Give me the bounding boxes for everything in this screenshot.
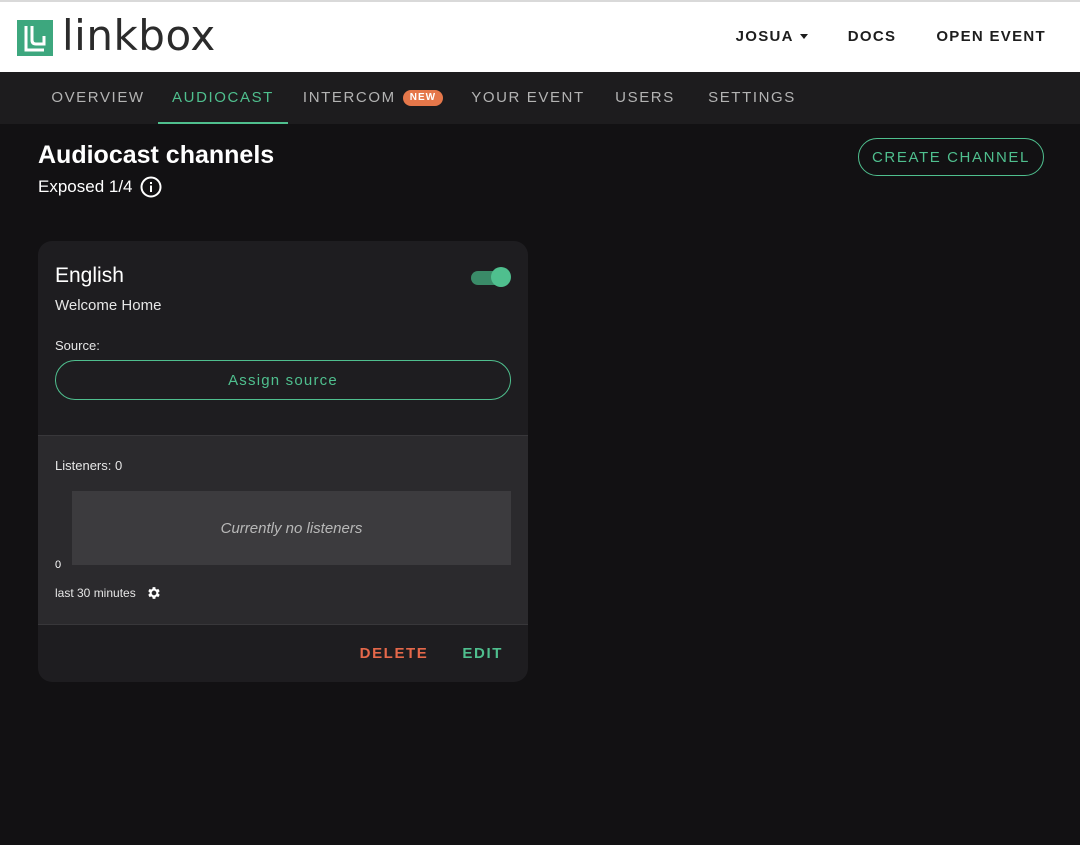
delete-button[interactable]: DELETE (360, 645, 429, 662)
exposed-label: Exposed 1/4 (38, 177, 133, 196)
tab-label: SETTINGS (708, 89, 796, 106)
docs-link[interactable]: DOCS (848, 28, 897, 45)
linkbox-logo-icon (17, 20, 53, 56)
edit-button[interactable]: EDIT (462, 645, 503, 662)
info-icon[interactable] (140, 176, 162, 198)
tab-intercom[interactable]: INTERCOM NEW (288, 72, 458, 124)
chart-axis-zero: 0 (55, 559, 62, 571)
open-event-link[interactable]: OPEN EVENT (936, 28, 1046, 45)
card-actions: DELETE EDIT (326, 645, 503, 662)
tab-label: INTERCOM (302, 89, 396, 106)
create-channel-button[interactable]: CREATE CHANNEL (858, 138, 1044, 176)
logo-text: linkbox (62, 11, 216, 60)
user-menu-label: JOSUA (735, 28, 794, 45)
tab-users[interactable]: USERS (598, 72, 692, 124)
empty-state-text: Currently no listeners (220, 519, 363, 537)
header-nav: JOSUA DOCS OPEN EVENT (696, 28, 1046, 45)
tab-settings[interactable]: SETTINGS (692, 72, 812, 124)
listeners-section: Listeners: 0 Currently no listeners 0 la… (38, 435, 528, 625)
tab-bar: OVERVIEW AUDIOCAST INTERCOM NEW YOUR EVE… (0, 72, 1080, 124)
user-menu-button[interactable]: JOSUA (736, 28, 808, 45)
exposed-count: Exposed 1/4 (38, 176, 162, 198)
listeners-chart: Currently no listeners (72, 491, 511, 565)
time-range-label: last 30 minutes (55, 586, 136, 600)
tab-label: YOUR EVENT (471, 89, 585, 106)
channel-card: English Welcome Home Source: Assign sour… (38, 241, 528, 682)
source-label: Source: (55, 338, 100, 353)
tab-label: OVERVIEW (51, 89, 145, 106)
toggle-thumb (491, 267, 511, 287)
tab-label: USERS (615, 89, 675, 106)
caret-down-icon (799, 34, 808, 39)
listeners-count: Listeners: 0 (55, 458, 123, 473)
tab-your-event[interactable]: YOUR EVENT (458, 72, 598, 124)
channel-subtitle: Welcome Home (55, 297, 162, 314)
gear-icon[interactable] (146, 585, 162, 601)
tab-audiocast[interactable]: AUDIOCAST (158, 72, 288, 124)
channel-enabled-toggle[interactable] (471, 267, 511, 287)
tab-label: AUDIOCAST (172, 89, 274, 106)
app-header: linkbox JOSUA DOCS OPEN EVENT (0, 0, 1080, 72)
tab-overview[interactable]: OVERVIEW (38, 72, 158, 124)
page-title: Audiocast channels (38, 141, 275, 169)
logo[interactable]: linkbox (17, 11, 216, 60)
assign-source-button[interactable]: Assign source (55, 360, 511, 400)
time-range: last 30 minutes (55, 585, 162, 601)
channel-name: English (55, 264, 124, 287)
new-badge: NEW (402, 90, 444, 106)
